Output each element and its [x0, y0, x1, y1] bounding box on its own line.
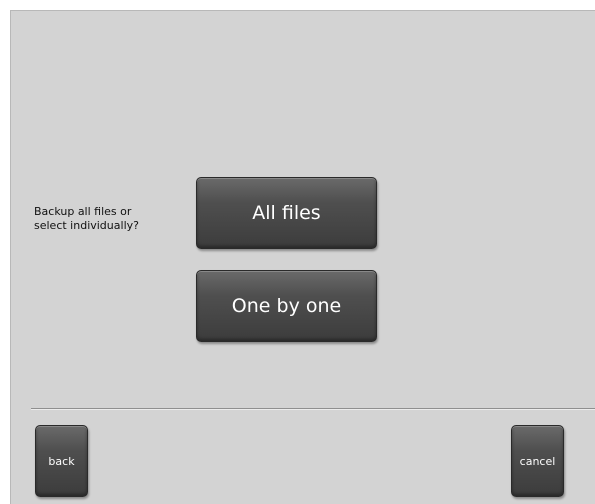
back-label: back: [48, 454, 75, 468]
back-button[interactable]: back: [35, 425, 88, 497]
cancel-label: cancel: [519, 454, 556, 468]
backup-dialog: Backup all files or select individually?…: [10, 10, 595, 504]
backup-prompt: Backup all files or select individually?: [34, 205, 139, 232]
all-files-label: All files: [252, 202, 321, 224]
cancel-button[interactable]: cancel: [511, 425, 564, 497]
all-files-button[interactable]: All files: [196, 177, 377, 249]
footer-divider: [31, 408, 595, 410]
one-by-one-label: One by one: [231, 295, 342, 317]
one-by-one-button[interactable]: One by one: [196, 270, 377, 342]
